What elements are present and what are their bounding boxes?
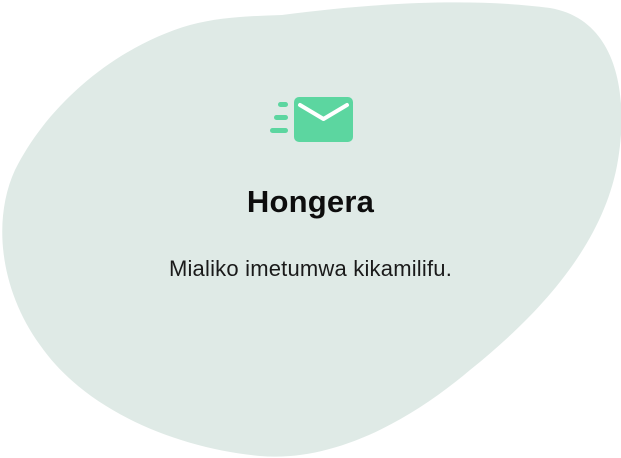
sent-mail-icon [268,96,356,144]
dialog-title: Hongera [246,184,375,219]
dialog-message: Mialiko imetumwa kikamilifu. [168,256,453,281]
dialog-content: Hongera Mialiko imetumwa kikamilifu. [0,0,621,458]
success-dialog: Hongera Mialiko imetumwa kikamilifu. [0,0,621,458]
